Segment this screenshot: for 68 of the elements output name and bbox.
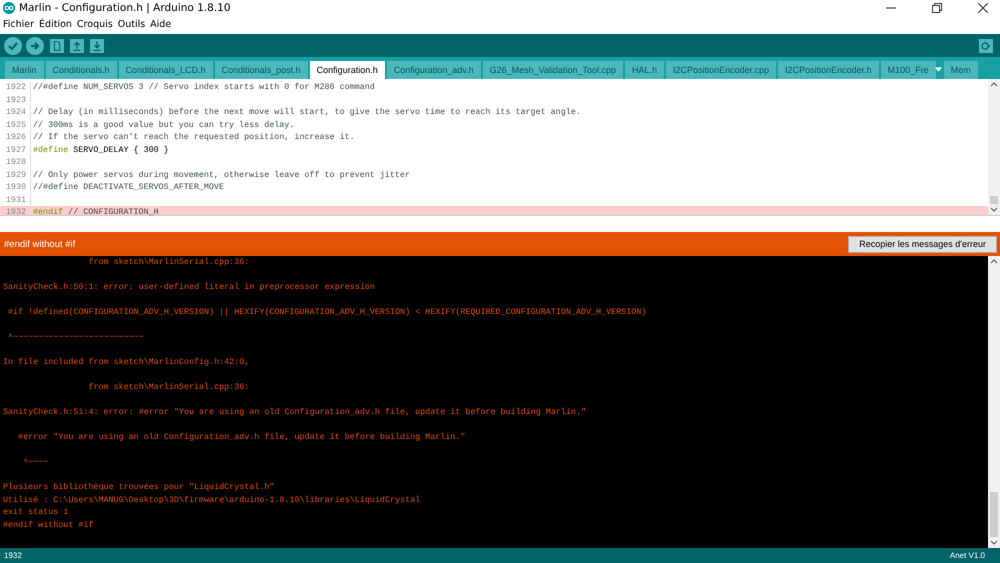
menu-item[interactable]: Édition	[39, 18, 72, 30]
console-line: Plusieurs bibliothèque trouvées pour "LiquidCrystal.h"	[3, 481, 276, 494]
console-line: ^~~~~~~~~~~~~~~~~~~~~~~~~~~	[7, 331, 145, 344]
console-line: SanityCheck.h:51:4: error: #error "You are using an old Configuration_adv.h file, update it before building Marlin."	[3, 406, 587, 418]
line-number-status: 1932	[4, 551, 22, 560]
console-line: In file included from sketch\MarlinConfig.h:42:0,	[3, 356, 250, 368]
code-line: #define SERVO_DELAY { 300 }	[33, 144, 169, 155]
menu-item[interactable]: Aide	[150, 18, 172, 30]
console-line: Utilisé : C:\Users\MANUG\Desktop\3D\firmware\arduino-1.8.10\libraries\LiquidCrystal	[3, 494, 422, 506]
console-line: SanityCheck.h:50:1: error: user-defined literal in preprocessor expression	[3, 281, 376, 294]
console-line: #endif without #if	[3, 518, 94, 531]
console-scrollbar[interactable]	[988, 256, 1000, 548]
dropdown-triangle-icon[interactable]	[934, 67, 942, 72]
scroll-down-icon[interactable]	[990, 540, 998, 545]
line-number: 1924	[0, 106, 31, 118]
scroll-thumb[interactable]	[990, 196, 998, 204]
line-number: 1922	[0, 81, 31, 94]
file-tab[interactable]: Conditionals_LCD.h	[118, 61, 213, 79]
file-tab[interactable]: Conditionals_post.h	[214, 61, 308, 79]
file-tab[interactable]: I2CPositionEncoder.h	[778, 61, 879, 79]
menu-item[interactable]: Outils	[118, 18, 146, 30]
error-message: #endif without #if	[4, 238, 76, 250]
scroll-up-icon[interactable]	[990, 259, 998, 264]
console-line: #error "You are using an old Configuration_adv.h file, update it before building Marlin."	[17, 431, 466, 444]
line-number: 1928	[0, 156, 31, 168]
console-line: #if !defined(CONFIGURATION_ADV_H_VERSION) || HEXIFY(CONFIGURATION_ADV_H_VERSION) < HEXIFY(REQUIRED_CONFIGURATION_ADV_H_VERSION)	[7, 306, 648, 318]
code-line: // Only power servos during movement, otherwise leave off to prevent jitter	[33, 170, 410, 180]
save-arrow-down-icon[interactable]	[90, 38, 104, 52]
code-line: //#define DEACTIVATE_SERVOS_AFTER_MOVE	[33, 182, 224, 192]
file-tab[interactable]: G26_Mesh_Validation_Tool.cpp	[482, 61, 624, 79]
serial-monitor-icon[interactable]	[979, 38, 993, 52]
file-tab[interactable]: M100_Fre	[880, 61, 936, 79]
code-line: // 300ms is a good value but you can try less delay.	[33, 120, 294, 130]
console-line: exit status 1	[3, 506, 70, 518]
file-tab[interactable]: Marlin	[5, 61, 44, 79]
file-tab[interactable]: HAL.h	[625, 61, 664, 79]
code-line: #endif // CONFIGURATION_H	[33, 207, 159, 218]
file-tab[interactable]: Configuration.h	[310, 61, 385, 79]
file-tab[interactable]: Configuration_adv.h	[386, 61, 481, 79]
file-tab[interactable]: Conditionals.h	[46, 61, 117, 79]
console-line: from sketch\MarlinSerial.cpp:36:	[87, 256, 250, 268]
verify-check-icon[interactable]	[4, 36, 22, 54]
file-tab[interactable]: Mem	[944, 61, 978, 79]
open-arrow-up-icon[interactable]	[70, 38, 84, 52]
menu-item[interactable]: Fichier	[3, 18, 34, 30]
code-line: // Delay (in milliseconds) before the next move will start, to give the servo time to reach its target angle.	[33, 107, 581, 118]
copy-errors-button[interactable]: Recopier les messages d'erreur	[848, 236, 997, 252]
window-title: Marlin - Configuration.h | Arduino 1.8.10	[19, 2, 232, 14]
line-number: 1929	[0, 168, 31, 181]
line-number: 1926	[0, 131, 31, 144]
board-name: Anet V1.0	[950, 551, 985, 560]
close-icon[interactable]	[978, 3, 988, 13]
restore-icon[interactable]	[932, 3, 942, 13]
code-line: // If the servo can't reach the requested position, increase it.	[33, 132, 355, 142]
scroll-down-icon[interactable]	[990, 207, 998, 212]
line-number: 1927	[0, 144, 31, 156]
file-tab[interactable]: I2CPositionEncoder.cpp	[666, 61, 776, 79]
editor-scrollbar[interactable]	[988, 79, 1000, 215]
scroll-up-icon[interactable]	[990, 82, 998, 87]
line-number: 1930	[0, 181, 31, 194]
console-line: ^~~~~	[22, 456, 50, 468]
menu-item[interactable]: Croquis	[76, 18, 113, 30]
line-number: 1925	[0, 118, 31, 131]
line-number: 1923	[0, 94, 31, 106]
code-line: //#define NUM_SERVOS 3 // Servo index starts with 0 for M280 command	[33, 82, 375, 92]
new-file-icon[interactable]	[50, 38, 64, 52]
console-line: from sketch\MarlinSerial.cpp:36:	[87, 381, 250, 394]
scroll-thumb[interactable]	[990, 492, 998, 537]
